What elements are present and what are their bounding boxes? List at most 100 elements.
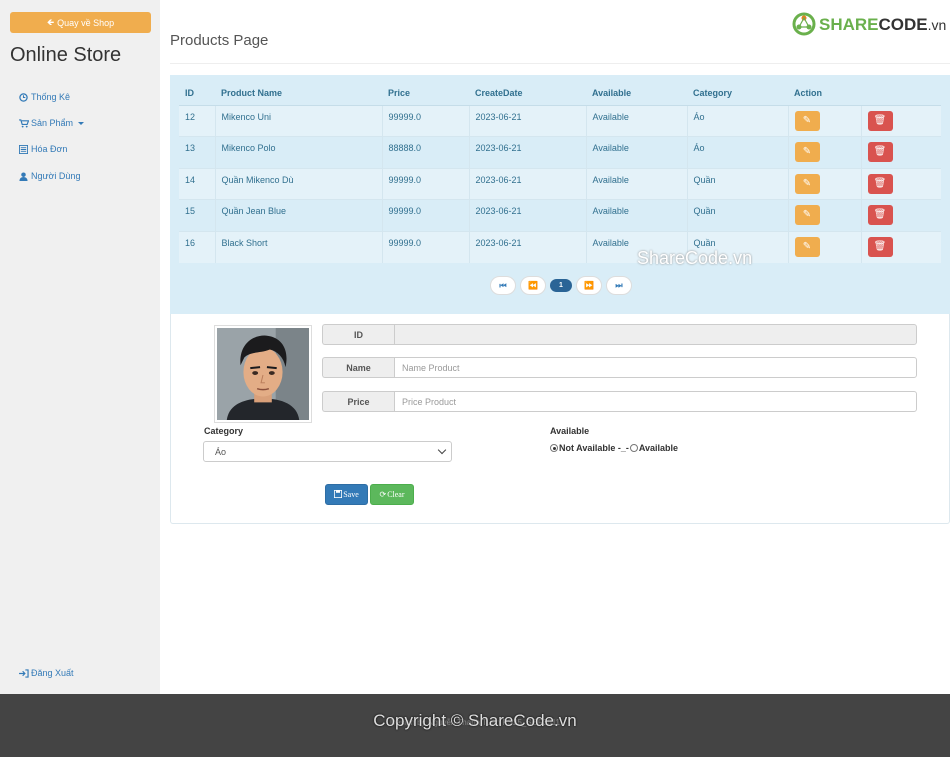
delete-button[interactable]: 🗑 [867,236,893,257]
save-label: Save [343,490,359,499]
current-page-indicator[interactable]: 1 [550,279,572,292]
delete-button[interactable]: 🗑 [867,142,893,162]
save-button[interactable]: Save [325,484,368,505]
cart-icon [19,118,30,128]
sidebar-item-products[interactable]: Sản Phẩm [19,118,85,128]
last-page-icon: ⏭ [615,280,623,290]
last-page-button[interactable]: ⏭ [606,276,632,295]
column-header-name: Product Name [215,82,382,106]
previous-page-button[interactable]: ⏪ [520,276,546,295]
id-field-group: ID [322,324,917,345]
pencil-icon: ✎ [802,240,812,252]
cell-name: Black Short [215,230,383,263]
price-input[interactable] [394,391,917,412]
edit-button[interactable]: ✎ [794,173,820,194]
cell-date: 2023-06-21 [469,167,587,200]
first-page-icon: ⏮ [499,280,507,290]
product-image[interactable] [214,325,312,423]
logout-link[interactable]: Đăng Xuất [19,668,74,678]
cell-id: 15 [179,199,216,231]
back-to-shop-button[interactable]: 🡸 Quay về Shop [10,12,151,33]
title-divider [170,63,950,64]
name-field-group: Name [322,357,917,378]
sidebar-item-statistics[interactable]: Thống Kê [19,92,70,102]
cell-delete: 🗑 [861,136,941,168]
floppy-disk-icon [334,489,343,500]
cell-edit: ✎ [788,230,862,263]
chevron-down-icon [437,445,447,455]
sidebar-item-users[interactable]: Người Dùng [19,171,80,181]
table-row: 15 Quần Jean Blue 99999.0 2023-06-21 Ava… [179,199,941,231]
avatar-illustration [217,328,309,420]
cell-price: 99999.0 [382,167,470,200]
cell-id: 12 [179,104,216,137]
cell-date: 2023-06-21 [469,199,587,231]
pencil-icon: ✎ [802,177,812,189]
id-input[interactable] [394,324,917,345]
cell-date: 2023-06-21 [469,104,587,137]
trash-icon: 🗑 [873,209,887,220]
cell-available: Available [586,104,688,137]
delete-button[interactable]: 🗑 [867,173,893,194]
list-icon [19,144,28,154]
table-header-row: ID Product Name Price CreateDate Availab… [179,82,941,106]
clear-label: Clear [387,490,405,499]
cell-edit: ✎ [788,104,862,137]
cell-name: Quần Jean Blue [215,199,383,231]
table-row: 13 Mikenco Polo 88888.0 2023-06-21 Avail… [179,136,941,168]
next-page-icon: ⏩ [584,281,594,290]
sharecode-logo-text: SHARECODE.vn [819,15,947,34]
previous-page-icon: ⏪ [528,281,538,290]
price-field-group: Price [322,391,917,412]
cell-delete: 🗑 [861,199,941,231]
trash-icon: 🗑 [873,240,887,252]
cell-category: Quần [687,167,789,200]
category-select[interactable]: Áo [203,441,452,462]
cell-name: Mikenco Polo [215,136,383,168]
footer: Design by Nguyễn Thanh Tuấn PS25_SOF3011… [0,694,950,757]
column-header-createdate: CreateDate [469,82,586,106]
category-label: Category [204,426,244,436]
logout-label: Đăng Xuất [31,668,74,678]
delete-button[interactable]: 🗑 [867,205,893,225]
name-input[interactable] [394,357,917,378]
next-page-button[interactable]: ⏩ [576,276,602,295]
pencil-icon: ✎ [802,146,812,157]
cell-edit: ✎ [788,136,862,168]
cell-category: Quần [687,199,789,231]
name-label: Name [322,357,394,378]
watermark: ShareCode.vn [637,248,753,268]
column-header-price: Price [382,82,469,106]
sharecode-logo-icon [792,12,816,38]
delete-button[interactable]: 🗑 [867,110,893,131]
column-header-category: Category [687,82,788,106]
user-icon [19,171,28,181]
available-label: Available [550,426,590,436]
cell-id: 14 [179,167,216,200]
cell-name: Mikenco Uni [215,104,383,137]
table-row: 14 Quần Mikenco Dù 99999.0 2023-06-21 Av… [179,167,941,200]
available-radio[interactable] [629,444,638,452]
cell-edit: ✎ [788,167,862,200]
column-header-id: ID [179,82,215,106]
cell-delete: 🗑 [861,230,941,263]
edit-button[interactable]: ✎ [794,205,820,225]
cell-category: Áo [687,104,789,137]
back-to-shop-label: Quay về Shop [57,17,115,28]
cell-available: Available [586,136,688,168]
clock-icon [19,92,28,102]
edit-button[interactable]: ✎ [794,236,820,257]
first-page-button[interactable]: ⏮ [490,276,516,295]
edit-button[interactable]: ✎ [794,142,820,162]
cell-delete: 🗑 [861,104,941,137]
refresh-icon: ⟳ [379,490,387,499]
cell-delete: 🗑 [861,167,941,200]
edit-button[interactable]: ✎ [794,110,820,131]
clear-button[interactable]: ⟳ Clear [370,484,414,505]
products-table-panel: ID Product Name Price CreateDate Availab… [170,75,950,314]
not-available-radio[interactable] [550,444,558,452]
id-label: ID [322,324,394,345]
sidebar-item-invoices[interactable]: Hóa Đơn [19,144,67,154]
cell-price: 99999.0 [382,230,470,263]
sidebar-item-label: Người Dùng [31,171,81,181]
